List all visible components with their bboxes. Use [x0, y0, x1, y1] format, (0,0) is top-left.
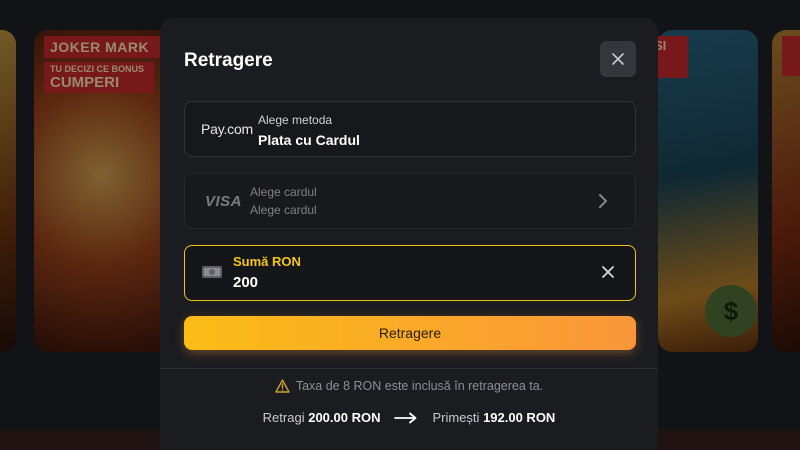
promo-title: JOKER MARK: [44, 36, 164, 58]
withdraw-modal: Retragere Pay.com Alege metoda Plata cu …: [160, 18, 658, 450]
promo-right-edge-tag: [782, 36, 800, 76]
arrow-right-icon: [394, 412, 417, 423]
money-bag-icon: $: [705, 285, 757, 337]
payment-method-value: Plata cu Cardul: [258, 132, 360, 148]
clear-icon[interactable]: [601, 265, 615, 279]
visa-logo: VISA: [205, 193, 243, 210]
withdraw-submit-button[interactable]: Retragere: [184, 316, 636, 350]
withdraw-label: Retragi: [262, 410, 305, 425]
paycom-logo: Pay.com: [201, 121, 254, 137]
card-select[interactable]: VISA Alege cardul Alege cardul: [184, 173, 636, 229]
payment-method-select[interactable]: Pay.com Alege metoda Plata cu Cardul: [184, 101, 636, 157]
modal-title: Retragere: [184, 50, 273, 71]
promo-subtitle: TU DECIZI CE BONUS CUMPERI: [44, 62, 154, 93]
receive-label: Primești: [432, 410, 480, 425]
close-icon: [612, 53, 624, 65]
withdraw-amount: 200.00 RON: [308, 410, 381, 425]
receive-amount: 192.00 RON: [483, 410, 556, 425]
divider: [160, 368, 658, 369]
close-button[interactable]: [600, 41, 636, 77]
game-tile-left-edge[interactable]: [0, 30, 16, 352]
card-select-value: Alege cardul: [250, 203, 317, 217]
warning-icon: [275, 379, 290, 393]
promo-subtitle-big: CUMPERI: [50, 74, 120, 91]
withdraw-summary-to: Primești 192.00 RON: [432, 410, 555, 425]
payment-method-label: Alege metoda: [258, 113, 333, 127]
promo-subtitle-small: TU DECIZI CE BONUS: [50, 64, 145, 74]
chevron-right-icon: [599, 194, 607, 208]
fee-notice-text: Taxa de 8 RON este inclusă în retragerea…: [295, 379, 544, 393]
cash-icon: [202, 266, 222, 278]
card-select-label: Alege cardul: [250, 185, 317, 199]
amount-input[interactable]: [233, 272, 533, 292]
amount-label: Sumă RON: [233, 254, 301, 269]
amount-field[interactable]: Sumă RON: [184, 245, 636, 301]
withdraw-summary: Retragi 200.00 RON Primești 192.00 RON: [160, 410, 658, 425]
game-tile-right-edge[interactable]: [772, 30, 800, 352]
withdraw-summary-from: Retragi 200.00 RON: [263, 410, 381, 425]
fee-notice: Taxa de 8 RON este inclusă în retragerea…: [160, 379, 658, 393]
